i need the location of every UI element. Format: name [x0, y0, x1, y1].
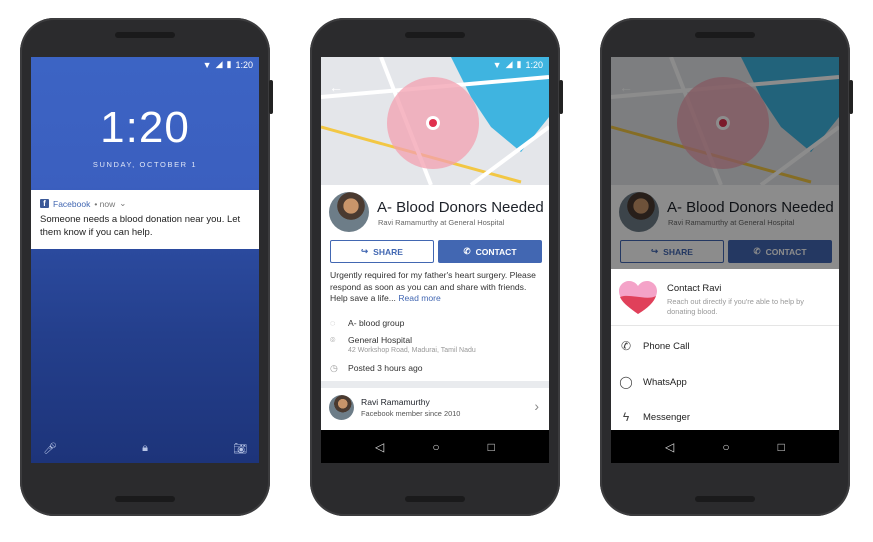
speaker — [405, 32, 465, 38]
post-card: A- Blood Donors Needed Ravi Ramamurthy a… — [321, 185, 549, 463]
lock-screen: ▼ ◢ ▮ 1:20 1:20 SUNDAY, OCTOBER 1 f Facebook… — [31, 57, 259, 463]
phone-post: ← ▼ ◢ ▮ 1:20 A- Blood Donors Needed Ravi Ra… — [310, 18, 563, 516]
phone-icon: ✆ — [620, 339, 632, 353]
contact-sheet-subtitle: Reach out directly if you're able to hel… — [667, 297, 804, 316]
facebook-icon: f — [40, 199, 49, 208]
post-description: Urgently required for my father's heart … — [330, 270, 541, 305]
option-messenger[interactable]: ϟ Messenger — [619, 410, 690, 424]
share-button[interactable]: ↪ SHARE — [330, 240, 434, 263]
share-icon: ↪ — [361, 246, 369, 256]
speaker — [695, 32, 755, 38]
post-title: A- Blood Donors Needed — [377, 199, 544, 216]
status-bar: ▼ ◢ ▮ 1:20 — [31, 57, 259, 72]
contact-label: CONTACT — [475, 246, 517, 257]
map-graphic — [321, 57, 549, 185]
nav-bar: ◁ ○ □ — [321, 430, 549, 463]
map[interactable]: ← ▼ ◢ ▮ 1:20 — [321, 57, 549, 185]
option-label: WhatsApp — [643, 376, 687, 388]
phone-contact-sheet: ← A- Blood Donors Needed Ravi Ramamurthy… — [600, 18, 853, 516]
speaker — [115, 32, 175, 38]
avatar[interactable] — [329, 192, 369, 232]
location-address: 42 Workshop Road, Madurai, Tamil Nadu — [348, 347, 476, 354]
wifi-icon: ▼ — [202, 59, 212, 70]
option-whatsapp[interactable]: ◯ WhatsApp — [619, 375, 687, 389]
blood-group-row: ◌ A- blood group — [330, 318, 404, 328]
recents-icon[interactable]: □ — [488, 440, 495, 454]
location-row[interactable]: ⌾ General Hospital 42 Workshop Road, Madur… — [330, 335, 476, 354]
power-button — [849, 80, 853, 114]
avatar — [329, 395, 354, 420]
battery-icon: ▮ — [516, 59, 522, 69]
read-more-link[interactable]: Read more — [398, 293, 441, 303]
status-time: 1:20 — [525, 59, 543, 70]
divider — [611, 325, 839, 326]
speaker-bottom — [695, 496, 755, 502]
heart-icon — [619, 281, 657, 314]
back-icon[interactable]: ◁ — [665, 440, 674, 454]
lock-icon[interactable]: 🔒︎ — [142, 442, 148, 455]
phone-icon: ✆ — [463, 246, 471, 256]
notification-body: Someone needs a blood donation near you.… — [40, 214, 241, 238]
contact-button[interactable]: ✆ CONTACT — [438, 240, 542, 263]
speaker-bottom — [115, 496, 175, 502]
option-label: Messenger — [643, 411, 690, 423]
option-phone-call[interactable]: ✆ Phone Call — [619, 339, 690, 353]
member-row[interactable]: Ravi Ramamurthy Facebook member since 20… — [321, 388, 549, 428]
wifi-icon: ▼ — [492, 59, 502, 70]
location-name: General Hospital — [348, 335, 413, 345]
signal-icon: ◢ — [215, 59, 223, 69]
recents-icon[interactable]: □ — [778, 440, 785, 454]
signal-icon: ◢ — [505, 59, 513, 69]
battery-icon: ▮ — [226, 59, 232, 69]
option-label: Phone Call — [643, 340, 690, 352]
chevron-down-icon[interactable]: ⌄ — [119, 198, 126, 209]
whatsapp-icon: ◯ — [619, 375, 633, 389]
status-time: 1:20 — [235, 59, 253, 70]
chevron-right-icon: › — [534, 398, 539, 414]
contact-screen: ← A- Blood Donors Needed Ravi Ramamurthy… — [611, 57, 839, 463]
divider — [321, 381, 549, 388]
blood-drop-icon: ◌ — [330, 318, 336, 328]
facebook-notification[interactable]: f Facebook • now ⌄ Someone needs a blood do… — [31, 190, 259, 249]
clock-icon: ◷ — [330, 363, 338, 373]
back-icon[interactable]: ◁ — [375, 440, 384, 454]
contact-sheet-title: Contact Ravi — [667, 283, 722, 294]
blood-group: A- blood group — [348, 318, 405, 328]
lock-clock: 1:20 — [100, 103, 190, 152]
microphone-icon[interactable]: 🎤︎ — [43, 442, 57, 455]
member-name: Ravi Ramamurthy — [361, 397, 430, 407]
post-subtitle: Ravi Ramamurthy at General Hospital — [378, 218, 505, 227]
messenger-icon: ϟ — [622, 410, 630, 424]
speaker-bottom — [405, 496, 465, 502]
contact-sheet: Contact Ravi Reach out directly if you'r… — [611, 269, 839, 430]
back-arrow-icon[interactable]: ← — [329, 79, 343, 95]
posted-time: Posted 3 hours ago — [348, 363, 423, 373]
camera-icon[interactable]: 📷︎ — [233, 442, 247, 455]
post-screen: ← ▼ ◢ ▮ 1:20 A- Blood Donors Needed Ravi Ra… — [321, 57, 549, 463]
phone-lock-screen: ▼ ◢ ▮ 1:20 1:20 SUNDAY, OCTOBER 1 f Facebook… — [20, 18, 273, 516]
notification-app: Facebook — [53, 198, 91, 209]
status-bar: ▼ ◢ ▮ 1:20 — [321, 57, 549, 72]
power-button — [269, 80, 273, 114]
notification-time: • now — [94, 198, 116, 209]
overlay[interactable] — [611, 57, 839, 269]
nav-bar: ◁ ○ □ — [611, 430, 839, 463]
home-icon[interactable]: ○ — [722, 440, 729, 454]
location-pin-icon: ⌾ — [330, 335, 336, 345]
share-label: SHARE — [373, 246, 403, 257]
power-button — [559, 80, 563, 114]
wallpaper: 🎤︎ 🔒︎ 📷︎ — [31, 249, 259, 463]
lock-date: SUNDAY, OCTOBER 1 — [92, 160, 198, 169]
posted-row: ◷ Posted 3 hours ago — [330, 363, 423, 374]
member-since: Facebook member since 2010 — [361, 409, 461, 418]
home-icon[interactable]: ○ — [432, 440, 439, 454]
